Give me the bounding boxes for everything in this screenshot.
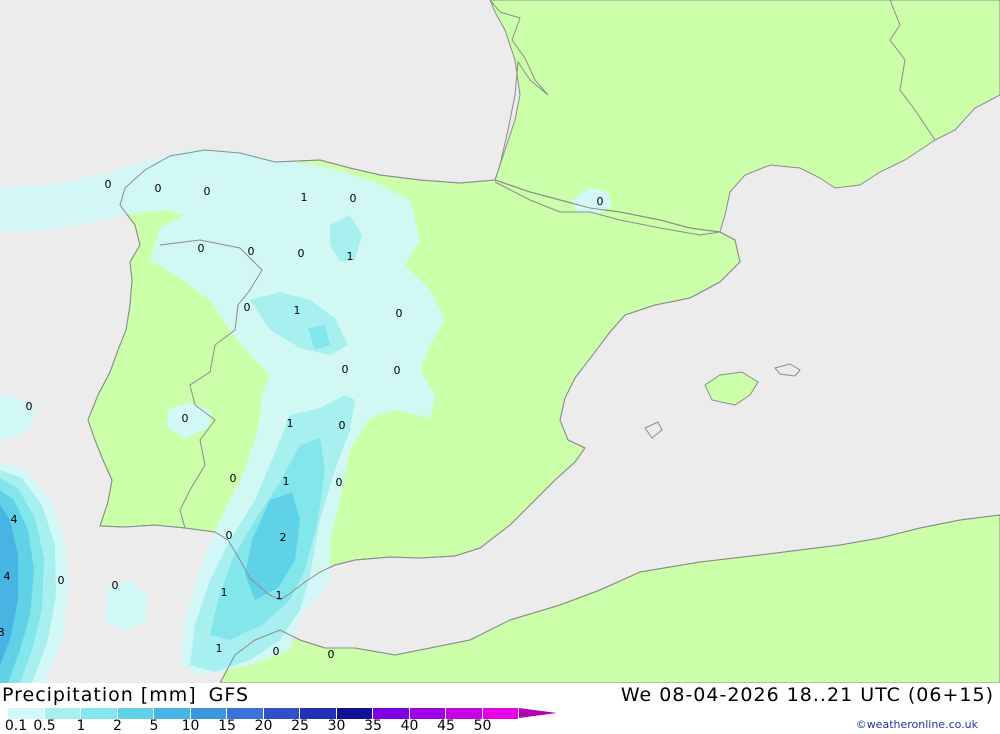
legend-label: 30 xyxy=(327,718,346,734)
contour-label: 1 xyxy=(301,191,308,204)
contour-label: 0 xyxy=(155,182,162,195)
legend-labels: 0.1 0.5 1 2 5 10 15 20 25 30 35 40 45 50 xyxy=(0,718,530,734)
contour-label: 0 xyxy=(394,364,401,377)
model-name: GFS xyxy=(208,684,250,706)
precipitation-map: 0 0 0 1 0 0 0 0 0 1 0 1 0 0 0 0 0 1 0 0 … xyxy=(0,0,1000,683)
legend-label: 40 xyxy=(400,718,419,734)
variable-title: Precipitation [mm] xyxy=(2,684,197,706)
legend-label: 35 xyxy=(364,718,382,734)
contour-label: 0 xyxy=(198,242,205,255)
contour-label: 8 xyxy=(0,626,5,639)
contour-label: 1 xyxy=(287,417,294,430)
contour-label: 0 xyxy=(273,645,280,658)
contour-label: 0 xyxy=(248,245,255,258)
contour-label: 1 xyxy=(276,589,283,602)
contour-label: 0 xyxy=(396,307,403,320)
contour-label: 0 xyxy=(182,412,189,425)
legend-arrow xyxy=(519,708,557,718)
contour-label: 0 xyxy=(336,476,343,489)
contour-label: 4 xyxy=(4,570,11,583)
legend-label: 0.5 xyxy=(33,718,56,734)
legend-label: 50 xyxy=(473,718,492,734)
legend-label: 20 xyxy=(254,718,273,734)
contour-label: 1 xyxy=(221,586,228,599)
contour-label: 0 xyxy=(328,648,335,661)
contour-label: 0 xyxy=(350,192,357,205)
contour-label: 0 xyxy=(339,419,346,432)
contour-label: 0 xyxy=(244,301,251,314)
contour-label: 0 xyxy=(105,178,112,191)
contour-label: 1 xyxy=(347,250,354,263)
map-footer: Precipitation [mm] GFS We 08-04-2026 18..… xyxy=(0,683,1000,734)
contour-label: 0 xyxy=(112,579,119,592)
legend-label: 45 xyxy=(437,718,455,734)
contour-label: 0 xyxy=(597,195,604,208)
contour-label: 1 xyxy=(216,642,223,655)
contour-label: 0 xyxy=(230,472,237,485)
contour-label: 4 xyxy=(11,513,18,526)
contour-label: 0 xyxy=(298,247,305,260)
legend-label: 0.1 xyxy=(4,718,28,734)
legend-label: 25 xyxy=(291,718,309,734)
valid-time: We 08-04-2026 18..21 UTC (06+15) xyxy=(620,684,994,706)
contour-label: 0 xyxy=(58,574,65,587)
legend-label: 1 xyxy=(76,718,86,734)
contour-label: 0 xyxy=(342,363,349,376)
contour-label: 1 xyxy=(294,304,301,317)
contour-label: 0 xyxy=(226,529,233,542)
contour-label: 0 xyxy=(26,400,33,413)
map-title: Precipitation [mm] GFS xyxy=(2,684,249,706)
legend-label: 2 xyxy=(113,718,122,734)
legend-label: 5 xyxy=(149,718,159,734)
legend-label: 15 xyxy=(218,718,236,734)
contour-label: 1 xyxy=(283,475,290,488)
contour-label: 2 xyxy=(280,531,287,544)
contour-label: 0 xyxy=(204,185,211,198)
legend-label: 10 xyxy=(181,718,200,734)
map-svg: 0 0 0 1 0 0 0 0 0 1 0 1 0 0 0 0 0 1 0 0 … xyxy=(0,0,1000,683)
credit-link[interactable]: ©weatheronline.co.uk xyxy=(856,718,978,731)
